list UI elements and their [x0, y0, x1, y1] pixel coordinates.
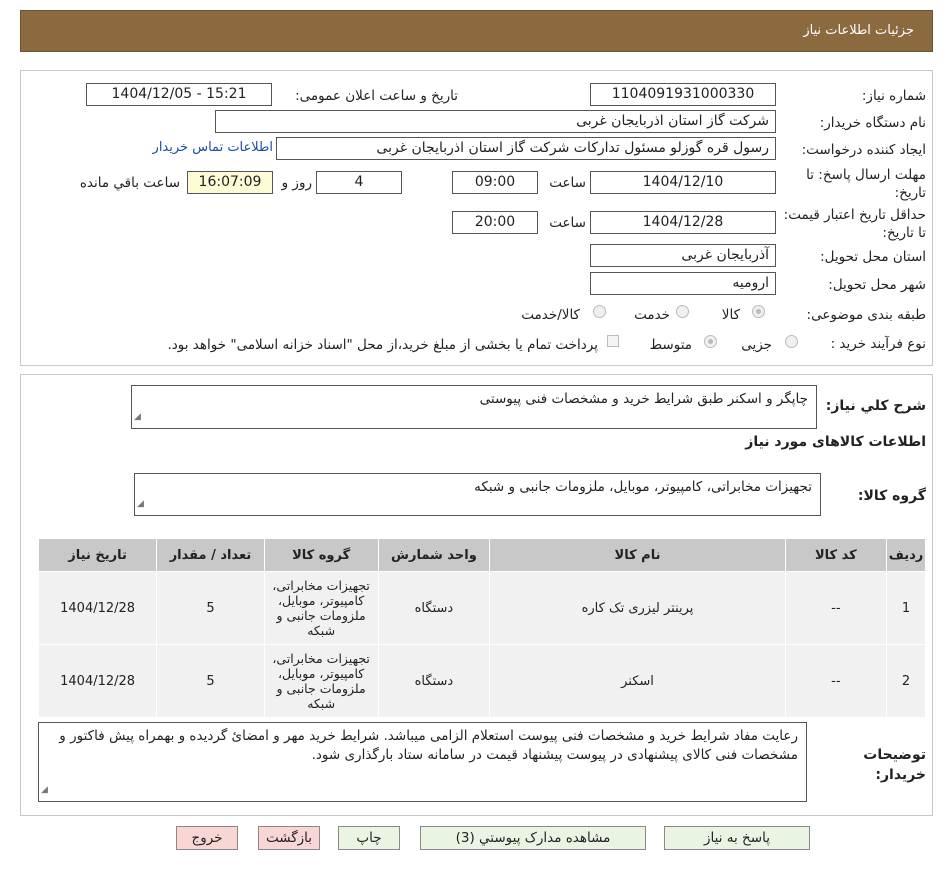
page-header: جزئیات اطلاعات نیاز	[20, 10, 933, 52]
category-option-goods: کالا	[721, 307, 740, 323]
goods-group-textarea[interactable]: تجهیزات مخابراتی، کامپیوتر، موبایل، ملزو…	[134, 473, 821, 516]
category-option-goods-service: کالا/خدمت	[521, 307, 580, 323]
validity-date-field: 1404/12/28	[590, 211, 776, 234]
summary-text: چاپگر و اسکنر طبق شرایط خرید و مشخصات فن…	[479, 391, 808, 407]
reply-button[interactable]: پاسخ به نیاز	[664, 826, 810, 850]
cell-row-number: 2	[886, 644, 926, 718]
cell-need-date: 1404/12/28	[37, 571, 158, 645]
cell-unit: دستگاه	[377, 644, 491, 718]
treasury-payment-note: پرداخت تمام یا بخشی از مبلغ خرید،از محل …	[167, 337, 598, 353]
category-radio-goods[interactable]	[752, 305, 765, 318]
summary-textarea[interactable]: چاپگر و اسکنر طبق شرایط خرید و مشخصات فن…	[131, 385, 817, 429]
remaining-time-field: 16:07:09	[187, 171, 273, 194]
process-radio-minor[interactable]	[785, 335, 798, 348]
back-button[interactable]: بازگشت	[258, 826, 320, 850]
col-header-need-date: تاریخ نیاز	[37, 538, 158, 572]
treasury-payment-checkbox[interactable]	[607, 335, 619, 347]
items-section-title: اطلاعات کالاهای مورد نیاز	[745, 434, 926, 450]
days-remaining-field: 4	[316, 171, 402, 194]
deadline-time-label: ساعت	[549, 175, 586, 191]
view-documents-button[interactable]: مشاهده مدارک پیوستي (3)	[420, 826, 646, 850]
resize-grip-icon[interactable]: ◢	[134, 408, 141, 427]
process-radio-medium[interactable]	[704, 335, 717, 348]
cell-item-code: --	[784, 644, 888, 718]
col-header-item-code: کد کالا	[784, 538, 888, 572]
cell-group: تجهیزات مخابراتی، کامپیوتر، موبایل، ملزو…	[263, 644, 379, 718]
buyer-org-field: شرکت گاز استان اذربایجان غربی	[215, 110, 776, 133]
category-radio-service[interactable]	[676, 305, 689, 318]
goods-group-label: گروه کالا:	[857, 488, 926, 504]
process-label: نوع فرآیند خرید :	[830, 336, 926, 352]
exit-button[interactable]: خروج	[176, 826, 238, 850]
buyer-notes-textarea[interactable]: رعایت مفاد شرایط خرید و مشخصات فنی پیوست…	[38, 722, 807, 802]
city-field: ارومیه	[590, 272, 776, 295]
goods-group-text: تجهیزات مخابراتی، کامپیوتر، موبایل، ملزو…	[474, 479, 812, 495]
city-label: شهر محل تحویل:	[828, 277, 926, 293]
col-header-group: گروه کالا	[263, 538, 379, 572]
category-label: طبقه بندی موضوعی:	[806, 307, 926, 323]
cell-need-date: 1404/12/28	[37, 644, 158, 718]
validity-time-field: 20:00	[452, 211, 538, 234]
col-header-quantity: تعداد / مقدار	[156, 538, 265, 572]
table-row: 2 -- اسکنر دستگاه تجهیزات مخابراتی، کامپ…	[37, 644, 926, 718]
cell-row-number: 1	[886, 571, 926, 645]
province-field: آذربایجان غربی	[590, 244, 776, 267]
validity-label: حداقل تاریخ اعتبار قیمت: تا تاریخ:	[783, 207, 926, 241]
buyer-org-label: نام دستگاه خریدار:	[819, 115, 926, 131]
validity-time-label: ساعت	[549, 215, 586, 231]
creator-field: رسول قره گوزلو مسئول تدارکات شرکت گاز اس…	[276, 137, 776, 160]
province-label: استان محل تحویل:	[820, 249, 926, 265]
print-button[interactable]: چاپ	[338, 826, 400, 850]
table-row: 1 -- پرینتر لیزری تک کاره دستگاه تجهیزات…	[37, 571, 926, 645]
col-header-unit: واحد شمارش	[377, 538, 491, 572]
announce-label: تاریخ و ساعت اعلان عمومی:	[295, 88, 458, 104]
resize-grip-icon[interactable]: ◢	[41, 781, 48, 800]
col-header-row-number: ردیف	[886, 538, 926, 572]
days-label: روز و	[281, 175, 312, 191]
cell-quantity: 5	[156, 644, 265, 718]
buyer-notes-text: رعایت مفاد شرایط خرید و مشخصات فنی پیوست…	[59, 728, 798, 763]
summary-label: شرح کلي نياز:	[825, 398, 926, 414]
need-number-label: شماره نیاز:	[861, 88, 926, 104]
buyer-notes-label: توضیحات خریدار:	[863, 747, 926, 783]
cell-group: تجهیزات مخابراتی، کامپیوتر، موبایل، ملزو…	[263, 571, 379, 645]
col-header-item-name: نام کالا	[489, 538, 786, 572]
cell-unit: دستگاه	[377, 571, 491, 645]
cell-item-name: پرینتر لیزری تک کاره	[489, 571, 786, 645]
need-number-field: 1104091931000330	[590, 83, 776, 106]
resize-grip-icon[interactable]: ◢	[137, 495, 144, 514]
creator-label: ایجاد کننده درخواست:	[801, 142, 926, 158]
category-option-service: خدمت	[634, 307, 670, 323]
deadline-label: مهلت ارسال پاسخ: تا تاریخ:	[806, 167, 926, 201]
page-title: جزئیات اطلاعات نیاز	[803, 23, 914, 38]
process-option-medium: متوسط	[649, 337, 692, 353]
cell-item-code: --	[784, 571, 888, 645]
buyer-contact-link[interactable]: اطلاعات تماس خریدار	[153, 140, 273, 155]
process-option-minor: جزیی	[741, 337, 772, 353]
announce-datetime-field: 1404/12/05 - 15:21	[86, 83, 272, 106]
cell-item-name: اسکنر	[489, 644, 786, 718]
items-table-header-row: ردیف کد کالا نام کالا واحد شمارش گروه کا…	[37, 538, 926, 572]
deadline-time-field: 09:00	[452, 171, 538, 194]
cell-quantity: 5	[156, 571, 265, 645]
category-radio-goods-service[interactable]	[593, 305, 606, 318]
deadline-date-field: 1404/12/10	[590, 171, 776, 194]
items-table: ردیف کد کالا نام کالا واحد شمارش گروه کا…	[37, 538, 926, 718]
remaining-time-label: ساعت باقي مانده	[79, 175, 180, 191]
